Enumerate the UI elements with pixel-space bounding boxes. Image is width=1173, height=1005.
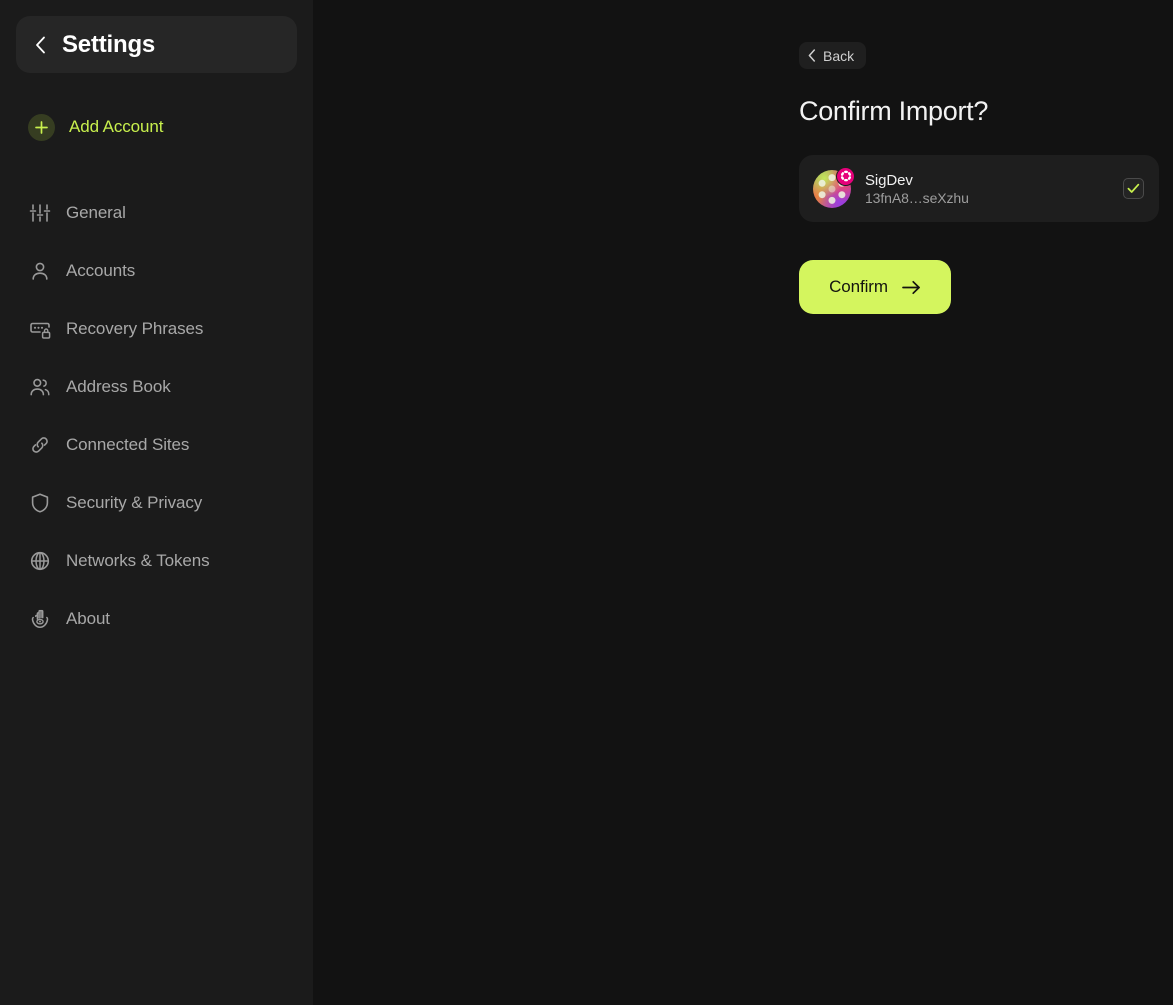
- arrow-right-icon: [902, 280, 921, 295]
- link-icon: [28, 433, 52, 457]
- settings-app: Settings Add Account General Accounts Re…: [0, 0, 1173, 1005]
- sidebar-item-label: Connected Sites: [66, 435, 190, 454]
- sidebar-item-label: Address Book: [66, 377, 171, 396]
- avatar: [813, 166, 855, 208]
- check-icon: [1127, 183, 1140, 193]
- account-checkbox[interactable]: [1123, 178, 1144, 199]
- globe-icon: [28, 549, 52, 573]
- back-button[interactable]: Back: [799, 42, 867, 69]
- sidebar-nav: General Accounts Recovery Phrases Addres…: [16, 191, 297, 655]
- sidebar-item-label: About: [66, 609, 110, 628]
- settings-header-back[interactable]: Settings: [16, 16, 297, 73]
- sidebar-item-connected-sites[interactable]: Connected Sites: [16, 423, 297, 467]
- back-label: Back: [823, 47, 855, 64]
- sidebar-item-accounts[interactable]: Accounts: [16, 249, 297, 293]
- sidebar-item-label: General: [66, 203, 126, 222]
- shield-icon: [28, 491, 52, 515]
- page-title: Settings: [62, 30, 156, 58]
- confirm-label: Confirm: [829, 277, 888, 296]
- sidebar-item-security-privacy[interactable]: Security & Privacy: [16, 481, 297, 525]
- password-lock-icon: [28, 317, 52, 341]
- account-details: SigDev 13fnA8…seXzhu: [865, 172, 1109, 206]
- sliders-icon: [28, 201, 52, 225]
- sidebar-item-label: Networks & Tokens: [66, 551, 210, 570]
- users-icon: [28, 375, 52, 399]
- add-account-button[interactable]: Add Account: [16, 107, 297, 147]
- sidebar-item-label: Security & Privacy: [66, 493, 203, 512]
- sidebar: Settings Add Account General Accounts Re…: [0, 0, 313, 1005]
- sidebar-item-recovery-phrases[interactable]: Recovery Phrases: [16, 307, 297, 351]
- user-icon: [28, 259, 52, 283]
- account-row[interactable]: SigDev 13fnA8…seXzhu: [799, 155, 1159, 222]
- chevron-left-icon: [32, 35, 48, 55]
- sidebar-item-about[interactable]: About: [16, 597, 297, 641]
- plus-icon: [28, 113, 55, 141]
- chevron-left-icon: [808, 49, 816, 62]
- sidebar-item-label: Accounts: [66, 261, 136, 280]
- confirm-button[interactable]: Confirm: [799, 260, 951, 314]
- account-address: 13fnA8…seXzhu: [865, 189, 969, 206]
- add-account-label: Add Account: [69, 117, 164, 136]
- polkadot-icon: [836, 166, 855, 186]
- sidebar-item-general[interactable]: General: [16, 191, 297, 235]
- confirm-import-title: Confirm Import?: [799, 96, 989, 126]
- sidebar-item-networks-tokens[interactable]: Networks & Tokens: [16, 539, 297, 583]
- main-content: Back Confirm Import? SigDev 13fnA8…seXzh…: [313, 0, 1173, 1005]
- sidebar-item-label: Recovery Phrases: [66, 319, 204, 338]
- account-name: SigDev: [865, 171, 913, 189]
- sidebar-item-address-book[interactable]: Address Book: [16, 365, 297, 409]
- hamsa-hand-icon: [28, 607, 52, 631]
